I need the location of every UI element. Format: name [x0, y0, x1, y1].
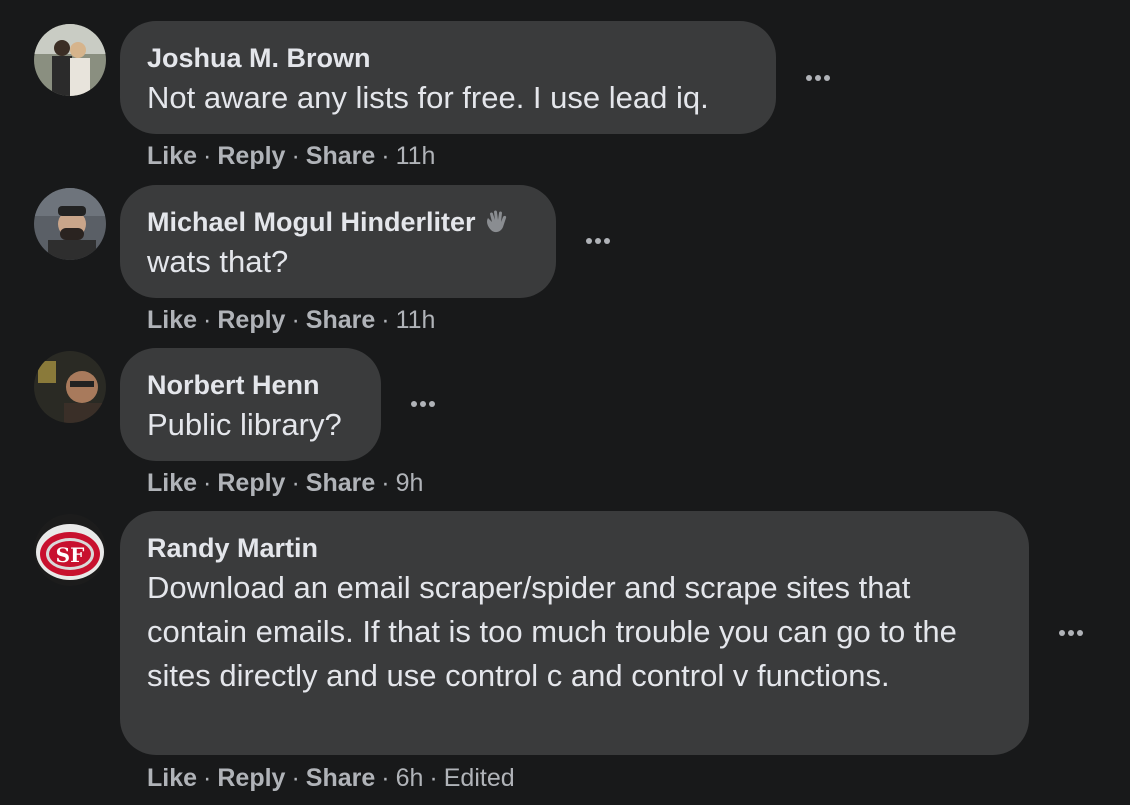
comment-timestamp[interactable]: 6h — [396, 764, 424, 792]
comment-bubble: Joshua M. Brown Not aware any lists for … — [120, 21, 776, 134]
reply-button[interactable]: Reply — [217, 306, 285, 334]
comment-author[interactable]: Randy Martin — [147, 530, 1002, 566]
share-button[interactable]: Share — [306, 764, 375, 792]
comment-actions: Like · Reply · Share · 6h · Edited — [147, 764, 515, 792]
comment-author[interactable]: Michael Mogul Hinderliter — [147, 204, 529, 240]
share-button[interactable]: Share — [306, 469, 375, 497]
comment-author[interactable]: Norbert Henn — [147, 367, 354, 403]
more-options-icon[interactable] — [576, 219, 620, 263]
comment-bubble: Michael Mogul Hinderliter wats that? — [120, 185, 556, 298]
reply-button[interactable]: Reply — [217, 142, 285, 170]
like-button[interactable]: Like — [147, 306, 197, 334]
comment-text: Public library? — [147, 407, 342, 442]
comment-actions: Like · Reply · Share · 9h — [147, 469, 424, 497]
comment-bubble: Randy Martin Download an email scraper/s… — [120, 511, 1029, 755]
comment-timestamp[interactable]: 11h — [396, 142, 436, 170]
more-options-icon[interactable] — [1049, 611, 1093, 655]
avatar[interactable] — [34, 24, 106, 96]
avatar[interactable] — [34, 351, 106, 423]
comment-bubble: Norbert Henn Public library? — [120, 348, 381, 461]
comment-timestamp[interactable]: 11h — [396, 306, 436, 334]
avatar[interactable]: SF — [34, 514, 106, 586]
comment-text: Download an email scraper/spider and scr… — [147, 570, 957, 693]
more-options-icon[interactable] — [401, 382, 445, 426]
like-button[interactable]: Like — [147, 469, 197, 497]
comment-text: wats that? — [147, 244, 289, 279]
like-button[interactable]: Like — [147, 142, 197, 170]
comment-actions: Like · Reply · Share · 11h — [147, 306, 436, 334]
comment-author[interactable]: Joshua M. Brown — [147, 40, 749, 76]
comment-timestamp[interactable]: 9h — [396, 469, 424, 497]
comment-text: Not aware any lists for free. I use lead… — [147, 80, 709, 115]
like-button[interactable]: Like — [147, 764, 197, 792]
avatar[interactable] — [34, 188, 106, 260]
reply-button[interactable]: Reply — [217, 764, 285, 792]
reply-button[interactable]: Reply — [217, 469, 285, 497]
share-button[interactable]: Share — [306, 306, 375, 334]
share-button[interactable]: Share — [306, 142, 375, 170]
comment-actions: Like · Reply · Share · 11h — [147, 142, 436, 170]
waving-hand-icon — [482, 208, 510, 236]
svg-text:SF: SF — [56, 543, 85, 567]
more-options-icon[interactable] — [796, 56, 840, 100]
edited-label[interactable]: Edited — [444, 764, 515, 792]
